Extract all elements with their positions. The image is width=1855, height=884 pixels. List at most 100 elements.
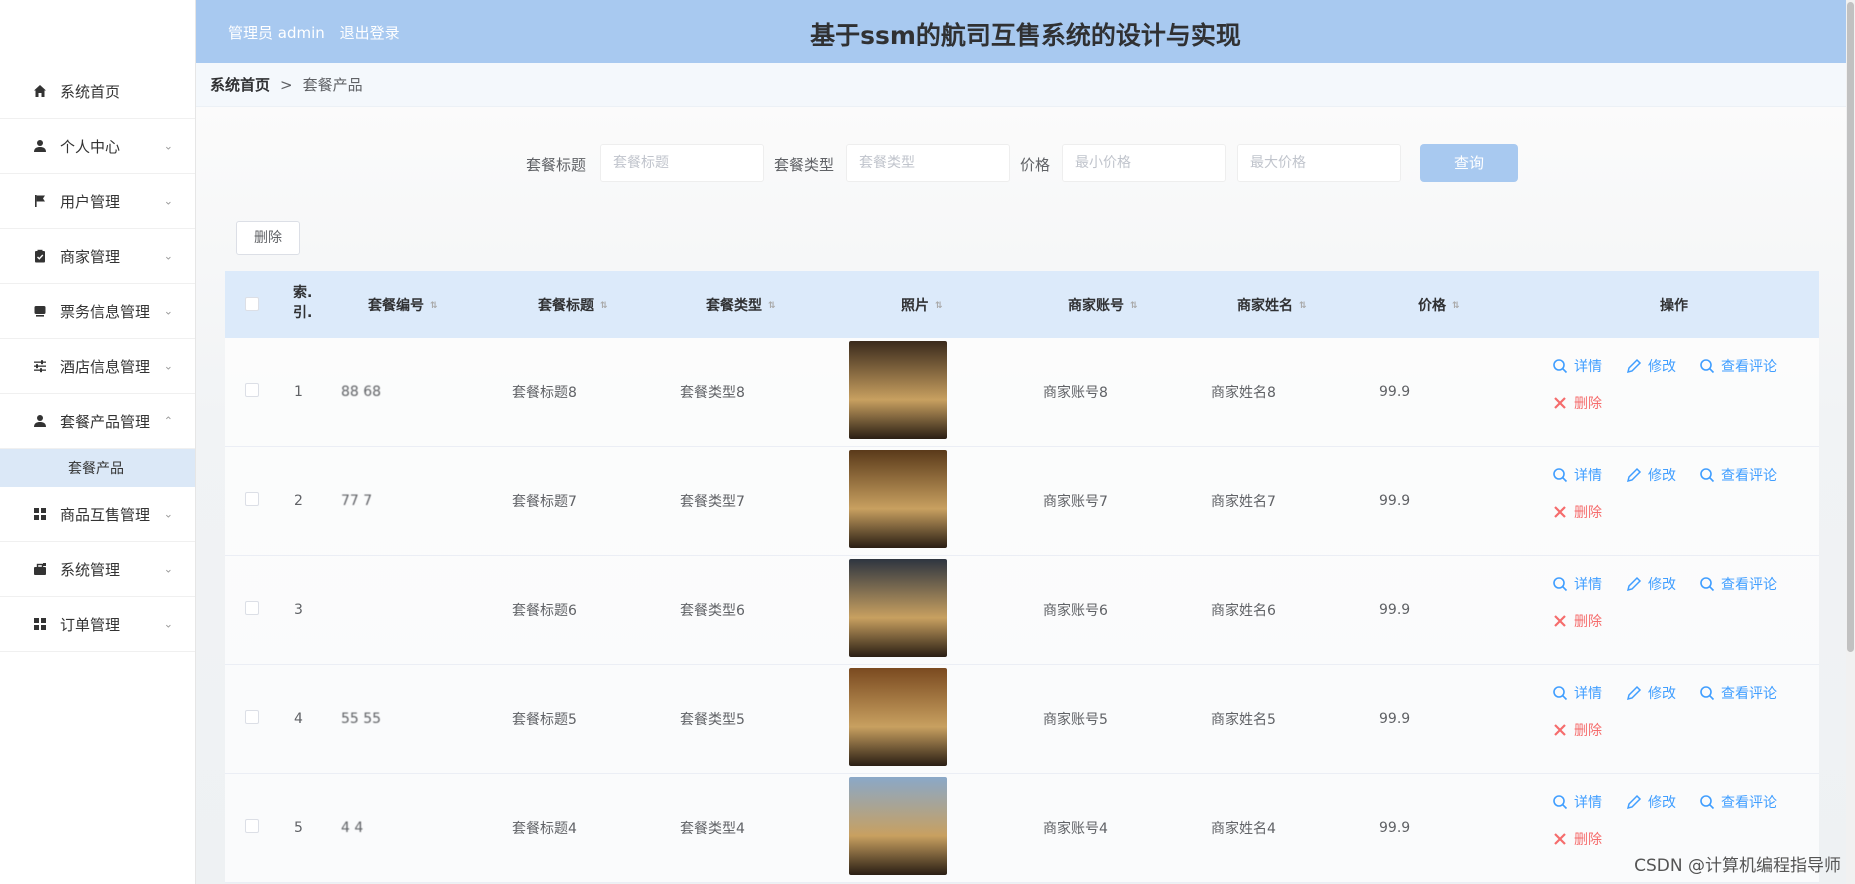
package-photo[interactable] xyxy=(849,450,947,548)
col-merchant-name[interactable]: 商家姓名 ⇅ xyxy=(1237,295,1307,315)
chevron-down-icon: ⌄ xyxy=(163,249,173,263)
cell-type: 套餐类型7 xyxy=(680,494,745,510)
row-checkbox[interactable] xyxy=(245,710,259,728)
package-photo[interactable] xyxy=(849,777,947,875)
edit-button[interactable]: 修改 xyxy=(1626,574,1676,594)
edit-button[interactable]: 修改 xyxy=(1626,683,1676,703)
cell-price: 99.9 xyxy=(1379,384,1411,400)
detail-button[interactable]: 详情 xyxy=(1552,465,1602,485)
close-icon xyxy=(1552,395,1568,411)
cell-merchant-account: 商家账号4 xyxy=(1043,821,1108,837)
cell-title: 套餐标题8 xyxy=(512,385,577,401)
row-checkbox[interactable] xyxy=(245,601,259,619)
delete-button[interactable]: 删除 xyxy=(1552,393,1602,413)
delete-button[interactable]: 删除 xyxy=(1552,502,1602,522)
cell-index: 4 xyxy=(294,711,303,727)
col-ops: 操作 xyxy=(1660,298,1688,314)
detail-button[interactable]: 详情 xyxy=(1552,356,1602,376)
view-comments-button[interactable]: 查看评论 xyxy=(1699,574,1777,594)
sidebar-item-label: 订单管理 xyxy=(60,615,121,634)
sidebar-item-hotel-management[interactable]: 酒店信息管理 ⌄ xyxy=(0,339,195,394)
col-price[interactable]: 价格 ⇅ xyxy=(1418,295,1460,315)
row-checkbox[interactable] xyxy=(245,492,259,510)
package-photo[interactable] xyxy=(849,341,947,439)
row-checkbox[interactable] xyxy=(245,383,259,401)
view-comments-button[interactable]: 查看评论 xyxy=(1699,683,1777,703)
cell-code: 88 68 xyxy=(341,384,382,400)
flag-icon xyxy=(32,193,48,209)
sidebar-item-order-management[interactable]: 订单管理 ⌄ xyxy=(0,597,195,652)
cell-type: 套餐类型8 xyxy=(680,385,745,401)
sidebar-item-package-management[interactable]: 套餐产品管理 ⌃ xyxy=(0,394,195,449)
max-price-input[interactable]: 最大价格 xyxy=(1237,144,1401,182)
type-filter-input[interactable]: 套餐类型 xyxy=(846,144,1010,182)
select-all-checkbox[interactable] xyxy=(245,297,259,315)
delete-button[interactable]: 删除 xyxy=(1552,611,1602,631)
cell-type: 套餐类型4 xyxy=(680,821,745,837)
sidebar-item-label: 套餐产品管理 xyxy=(60,412,151,431)
sidebar-item-label: 系统首页 xyxy=(60,82,121,101)
sidebar-item-ticket-management[interactable]: 票务信息管理 ⌄ xyxy=(0,284,195,339)
sidebar-item-home[interactable]: 系统首页 xyxy=(0,64,195,119)
close-icon xyxy=(1552,831,1568,847)
sidebar-item-merchant-management[interactable]: 商家管理 ⌄ xyxy=(0,229,195,284)
cell-index: 5 xyxy=(294,820,303,836)
title-filter-label: 套餐标题 xyxy=(526,156,587,174)
page-scrollbar[interactable] xyxy=(1846,0,1855,884)
search-icon xyxy=(1699,358,1715,374)
home-icon xyxy=(32,83,48,99)
chevron-down-icon: ⌄ xyxy=(163,359,173,373)
delete-button[interactable]: 删除 xyxy=(1552,829,1602,849)
sidebar-subitem-label: 套餐产品 xyxy=(68,461,124,477)
title-filter-input[interactable]: 套餐标题 xyxy=(600,144,764,182)
sidebar-subitem-package-product[interactable]: 套餐产品 xyxy=(0,449,195,487)
view-comments-button[interactable]: 查看评论 xyxy=(1699,356,1777,376)
delete-button[interactable]: 删除 xyxy=(1552,720,1602,740)
view-comments-button[interactable]: 查看评论 xyxy=(1699,465,1777,485)
col-merchant-account[interactable]: 商家账号 ⇅ xyxy=(1068,295,1138,315)
top-header: 管理员 admin 退出登录 基于ssm的航司互售系统的设计与实现 xyxy=(196,0,1855,63)
sidebar-item-system-management[interactable]: 系统管理 ⌄ xyxy=(0,542,195,597)
sliders-icon xyxy=(32,358,48,374)
table-row: 4 55 55 套餐标题5 套餐类型5 商家账号5 商家姓名5 99.9 详情 修改 查看评论 删除 xyxy=(225,665,1819,774)
edit-button[interactable]: 修改 xyxy=(1626,356,1676,376)
cell-merchant-account: 商家账号6 xyxy=(1043,603,1108,619)
package-photo[interactable] xyxy=(849,559,947,657)
col-photo[interactable]: 照片 ⇅ xyxy=(901,295,943,315)
col-type[interactable]: 套餐类型 ⇅ xyxy=(706,295,776,315)
search-icon xyxy=(1552,576,1568,592)
close-icon xyxy=(1552,722,1568,738)
cell-price: 99.9 xyxy=(1379,493,1411,509)
edit-button[interactable]: 修改 xyxy=(1626,792,1676,812)
min-price-input[interactable]: 最小价格 xyxy=(1062,144,1226,182)
detail-button[interactable]: 详情 xyxy=(1552,683,1602,703)
type-filter-label: 套餐类型 xyxy=(774,156,835,174)
chevron-down-icon: ⌄ xyxy=(163,507,173,521)
query-button[interactable]: 查询 xyxy=(1420,144,1518,182)
detail-button[interactable]: 详情 xyxy=(1552,792,1602,812)
search-icon xyxy=(1699,467,1715,483)
sidebar-item-label: 系统管理 xyxy=(60,560,121,579)
col-title[interactable]: 套餐标题 ⇅ xyxy=(538,295,608,315)
cell-title: 套餐标题6 xyxy=(512,603,577,619)
sidebar-item-goods-resale[interactable]: 商品互售管理 ⌄ xyxy=(0,487,195,542)
breadcrumb-home[interactable]: 系统首页 xyxy=(210,74,270,95)
col-code[interactable]: 套餐编号 ⇅ xyxy=(368,295,438,315)
detail-button[interactable]: 详情 xyxy=(1552,574,1602,594)
search-icon xyxy=(1552,685,1568,701)
cell-merchant-name: 商家姓名4 xyxy=(1211,821,1276,837)
clipboard-icon xyxy=(32,248,48,264)
scrollbar-thumb[interactable] xyxy=(1847,2,1854,652)
edit-button[interactable]: 修改 xyxy=(1626,465,1676,485)
edit-icon xyxy=(1626,358,1642,374)
row-checkbox[interactable] xyxy=(245,819,259,837)
search-bar: 套餐标题 套餐标题 套餐类型 套餐类型 价格 最小价格 最大价格 查询 xyxy=(0,144,1855,184)
breadcrumb-current: 套餐产品 xyxy=(302,76,363,94)
table-row: 5 4 4 套餐标题4 套餐类型4 商家账号4 商家姓名4 99.9 详情 修改 查看评论 删除 xyxy=(225,774,1819,883)
view-comments-button[interactable]: 查看评论 xyxy=(1699,792,1777,812)
package-photo[interactable] xyxy=(849,668,947,766)
batch-delete-button[interactable]: 删除 xyxy=(236,221,300,255)
cell-title: 套餐标题5 xyxy=(512,712,577,728)
sidebar-item-label: 票务信息管理 xyxy=(60,302,151,321)
cell-merchant-name: 商家姓名6 xyxy=(1211,603,1276,619)
